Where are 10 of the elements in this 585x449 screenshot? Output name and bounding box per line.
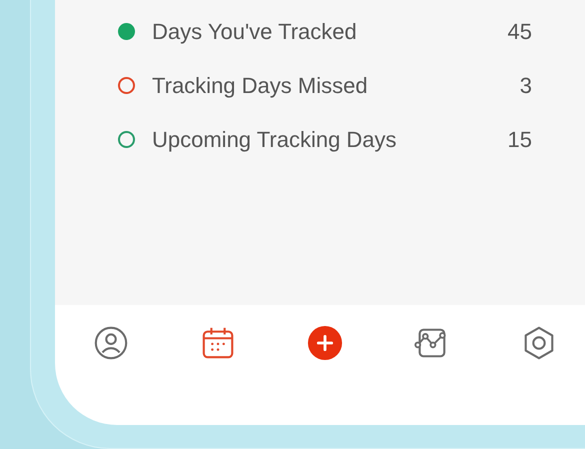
legend-label: Days You've Tracked [152, 18, 358, 46]
calendar-icon [200, 325, 236, 361]
add-button[interactable] [305, 323, 345, 363]
legend-count: 45 [508, 18, 532, 46]
legend-label: Upcoming Tracking Days [152, 126, 398, 154]
legend-label: Tracking Days Missed [152, 72, 369, 100]
legend-count: 15 [508, 126, 532, 154]
add-icon [307, 325, 343, 361]
profile-icon [93, 325, 129, 361]
legend-count: 3 [520, 72, 532, 100]
